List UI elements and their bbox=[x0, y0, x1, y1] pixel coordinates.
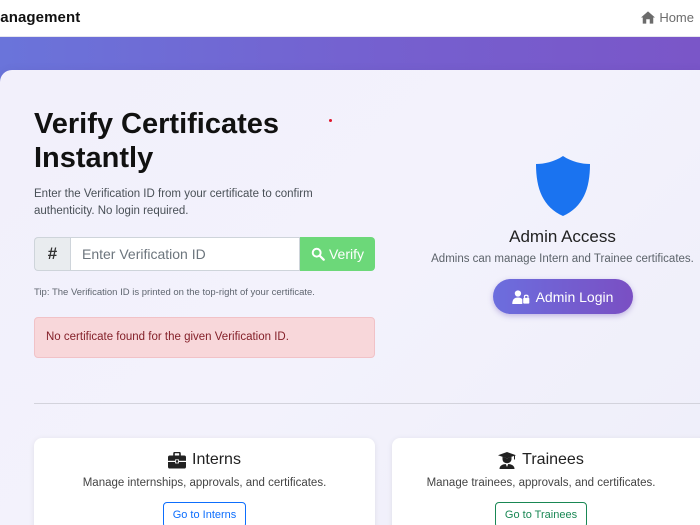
verify-button[interactable]: Verify bbox=[300, 237, 375, 271]
search-icon bbox=[311, 247, 325, 261]
verification-tip: Tip: The Verification ID is printed on t… bbox=[34, 287, 315, 298]
graduate-icon bbox=[498, 451, 517, 469]
admin-access-title: Admin Access bbox=[509, 227, 616, 246]
shield-icon bbox=[535, 156, 590, 216]
page-lead-text: Enter the Verification ID from your cert… bbox=[34, 188, 313, 217]
go-to-interns-button[interactable]: Go to Interns bbox=[162, 502, 247, 525]
verify-input-group: # Verify bbox=[34, 237, 375, 271]
admin-login-button[interactable]: Admin Login bbox=[492, 279, 633, 314]
top-navbar: lanagement Home bbox=[0, 0, 700, 37]
home-link-label: Home bbox=[659, 10, 694, 25]
home-link[interactable]: Home bbox=[641, 10, 694, 25]
user-lock-icon bbox=[511, 289, 529, 304]
admin-access-panel: Admin Access Admins can manage Intern an… bbox=[425, 155, 700, 314]
verification-id-input[interactable] bbox=[70, 237, 300, 271]
verify-button-label: Verify bbox=[328, 246, 364, 262]
interns-card-title: Interns bbox=[192, 451, 241, 468]
home-icon bbox=[641, 11, 656, 24]
admin-login-label: Admin Login bbox=[535, 288, 614, 305]
interns-card: Interns Manage internships, approvals, a… bbox=[34, 438, 375, 525]
briefcase-icon bbox=[168, 451, 187, 468]
trainees-card-description: Manage trainees, approvals, and certific… bbox=[426, 477, 656, 489]
navbar-brand[interactable]: lanagement bbox=[0, 9, 80, 26]
trainees-card-title: Trainees bbox=[522, 451, 584, 468]
section-divider bbox=[34, 403, 700, 404]
not-found-alert: No certificate found for the given Verif… bbox=[34, 317, 375, 358]
admin-access-subtitle: Admins can manage Intern and Trainee cer… bbox=[431, 253, 694, 265]
interns-card-description: Manage internships, approvals, and certi… bbox=[82, 477, 327, 489]
red-dot-marker bbox=[329, 119, 332, 122]
go-to-trainees-button[interactable]: Go to Trainees bbox=[494, 502, 588, 525]
page-title: Verify Certificates Instantly bbox=[34, 108, 280, 174]
trainees-card: Trainees Manage trainees, approvals, and… bbox=[392, 438, 700, 525]
hash-addon: # bbox=[34, 237, 70, 271]
